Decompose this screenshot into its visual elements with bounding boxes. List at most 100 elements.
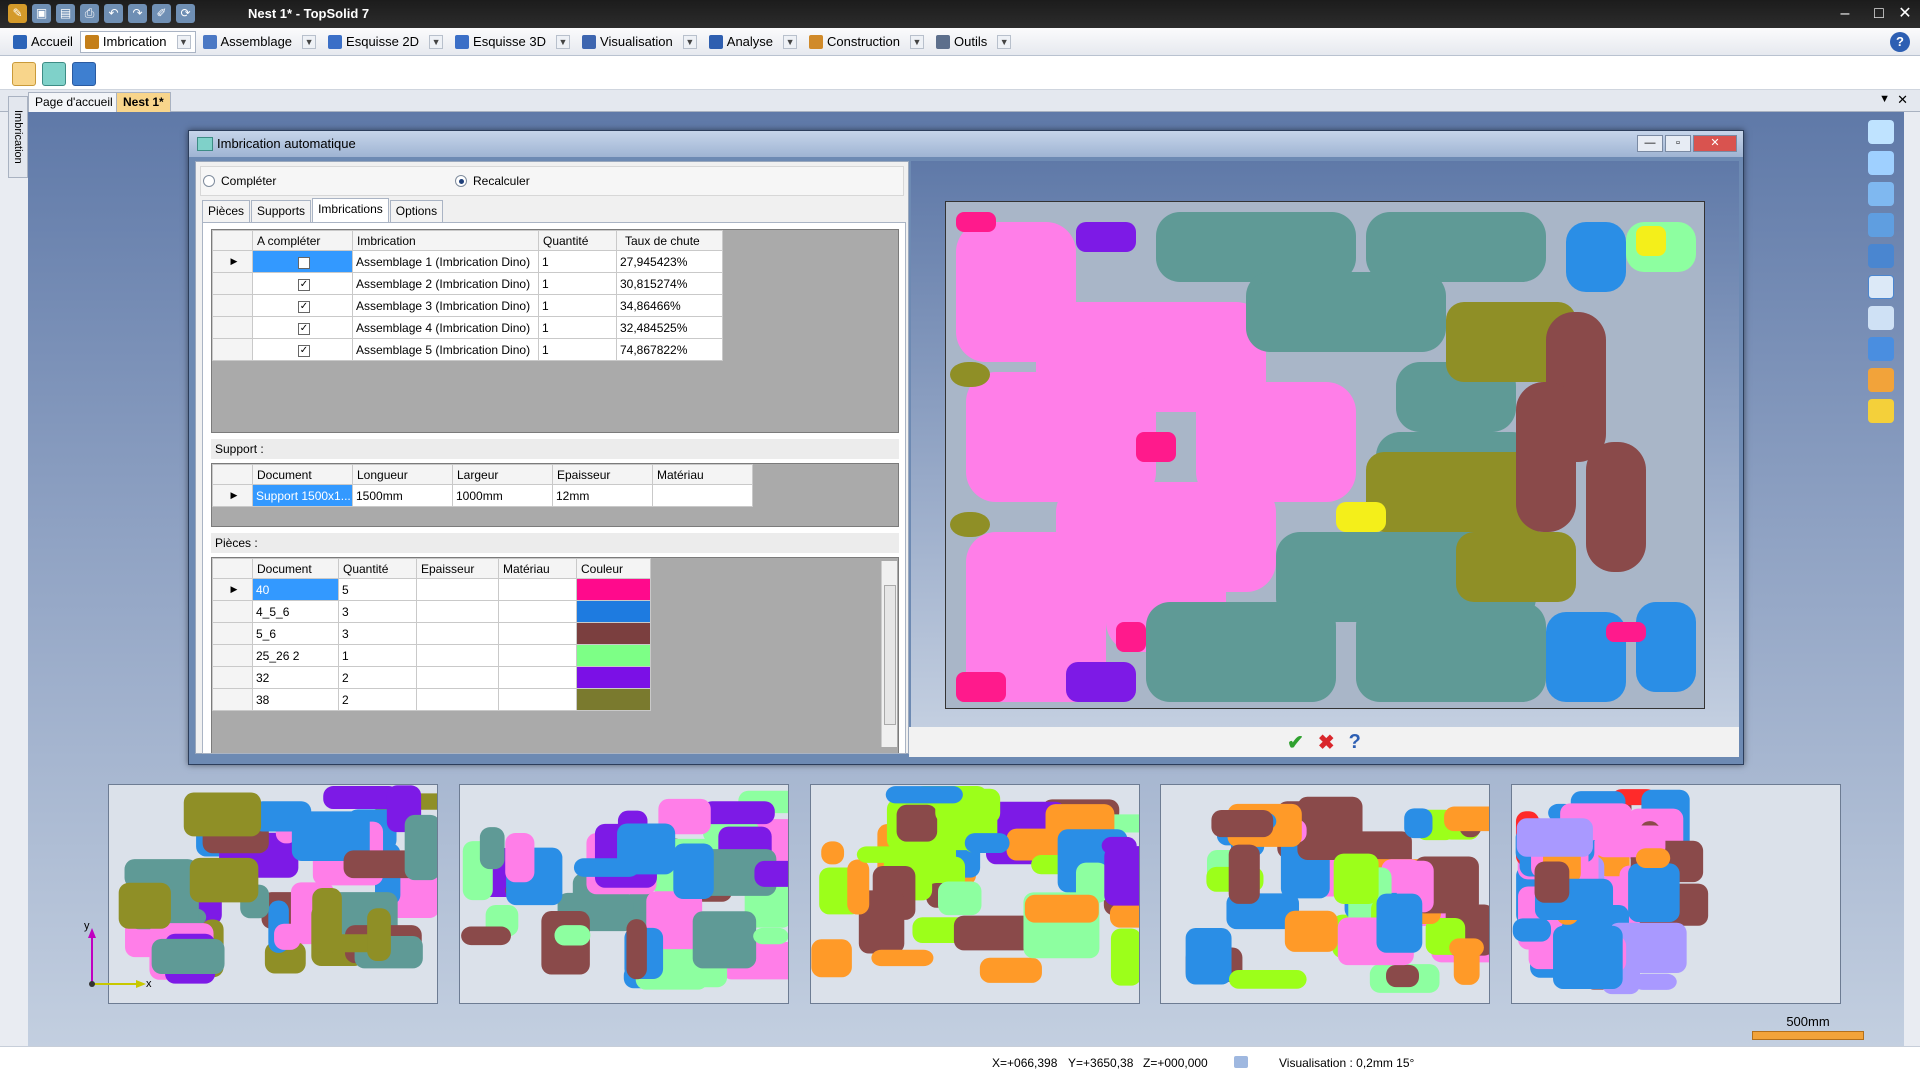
pan-icon[interactable] [1868,151,1894,175]
complete-checkbox-cell[interactable]: ✓ [252,294,353,317]
ribbon-tab-dropdown-icon[interactable]: ▼ [783,34,798,49]
ribbon-tab-dropdown-icon[interactable]: ▼ [429,34,444,49]
complete-checkbox[interactable]: ✓ [298,345,310,357]
tabs-dropdown-icon[interactable]: ▼ [1879,93,1890,105]
ribbon-tab-6[interactable]: Analyse ▼ [704,31,802,53]
nest-name-cell[interactable]: Assemblage 4 (Imbrication Dino) [352,316,539,339]
cancel-button[interactable]: ✖ [1318,730,1335,755]
radio-complete[interactable]: Compléter [203,174,276,188]
pen-icon[interactable]: ✐ [152,4,171,23]
tab-imbrications[interactable]: Imbrications [312,198,389,222]
piece-qty-cell[interactable]: 2 [338,666,417,689]
piece-color-cell[interactable] [576,622,651,645]
nest-qty-cell[interactable]: 1 [538,316,617,339]
complete-checkbox-cell[interactable]: ✓ [252,250,353,273]
nest-name-cell[interactable]: Assemblage 1 (Imbrication Dino) [352,250,539,273]
nest-row[interactable]: ✓ Assemblage 3 (Imbrication Dino) 1 34,8… [212,294,723,317]
ribbon-tab-4[interactable]: Esquisse 3D ▼ [450,31,575,53]
piece-thickness-cell[interactable] [416,600,499,623]
piece-row[interactable]: ▶ 40 5 [212,578,651,601]
piece-row[interactable]: 4_5_6 3 [212,600,651,623]
piece-qty-cell[interactable]: 5 [338,578,417,601]
tab-supports[interactable]: Supports [251,200,312,222]
piece-material-cell[interactable] [498,600,577,623]
nest-thumbnail-4[interactable] [1160,784,1490,1004]
support-document-cell[interactable]: Support 1500x1... [252,484,353,507]
ribbon-tab-dropdown-icon[interactable]: ▼ [176,34,191,49]
dialog-minimize-button[interactable]: — [1637,135,1663,152]
ribbon-tab-0[interactable]: Accueil [8,31,78,53]
ok-button[interactable]: ✔ [1287,730,1304,755]
complete-checkbox[interactable]: ✓ [298,279,310,291]
minimize-button[interactable]: – [1832,3,1858,24]
add-point-icon[interactable] [1868,120,1894,144]
piece-row[interactable]: 5_6 3 [212,622,651,645]
nest-thumbnail-3[interactable] [810,784,1140,1004]
piece-doc-cell[interactable]: 40 [252,578,339,601]
ribbon-tab-dropdown-icon[interactable]: ▼ [302,34,317,49]
piece-qty-cell[interactable]: 1 [338,644,417,667]
piece-qty-cell[interactable]: 3 [338,622,417,645]
ribbon-tab-3[interactable]: Esquisse 2D ▼ [323,31,448,53]
piece-thickness-cell[interactable] [416,666,499,689]
help-button[interactable]: ? [1349,731,1361,754]
ribbon-tab-5[interactable]: Visualisation ▼ [577,31,702,53]
piece-row[interactable]: 38 2 [212,688,651,711]
piece-doc-cell[interactable]: 5_6 [252,622,339,645]
nest-view-icon[interactable] [12,62,36,86]
nest-qty-cell[interactable]: 1 [538,250,617,273]
tab-pieces[interactable]: Pièces [202,200,251,222]
piece-doc-cell[interactable]: 25_26 2 [252,644,339,667]
nest-qty-cell[interactable]: 1 [538,272,617,295]
radio-recalculate[interactable]: Recalculer [455,174,530,188]
piece-material-cell[interactable] [498,622,577,645]
ribbon-tab-dropdown-icon[interactable]: ▼ [682,34,697,49]
piece-doc-cell[interactable]: 4_5_6 [252,600,339,623]
piece-thickness-cell[interactable] [416,622,499,645]
ribbon-tab-7[interactable]: Construction ▼ [804,31,929,53]
help-tool-icon[interactable] [1868,399,1894,423]
side-panel-tab[interactable]: Imbrication [8,96,28,178]
view-layout-icon[interactable] [1868,244,1894,268]
nest-row[interactable]: ✓ Assemblage 2 (Imbrication Dino) 1 30,8… [212,272,723,295]
support-length-cell[interactable]: 1500mm [352,484,453,507]
ribbon-tab-dropdown-icon[interactable]: ▼ [997,34,1012,49]
nest-preview[interactable] [945,201,1705,709]
complete-checkbox[interactable]: ✓ [298,257,310,269]
undo-icon[interactable]: ↶ [104,4,123,23]
piece-doc-cell[interactable]: 32 [252,666,339,689]
save-all-icon[interactable]: ▤ [56,4,75,23]
complete-checkbox-cell[interactable]: ✓ [252,272,353,295]
dialog-close-button[interactable]: ✕ [1693,135,1737,152]
nest-thumbnail-2[interactable] [459,784,789,1004]
complete-checkbox[interactable]: ✓ [298,323,310,335]
nesting-shape-icon[interactable] [72,62,96,86]
support-row[interactable]: ▶ Support 1500x1... 1500mm 1000mm 12mm [212,484,753,507]
tab-home-page[interactable]: Page d'accueil [28,92,120,112]
piece-thickness-cell[interactable] [416,644,499,667]
piece-row[interactable]: 25_26 2 1 [212,644,651,667]
print-icon[interactable]: ⎙ [80,4,99,23]
nest-row[interactable]: ▶ ✓ Assemblage 1 (Imbrication Dino) 1 27… [212,250,723,273]
piece-row[interactable]: 32 2 [212,666,651,689]
piece-color-cell[interactable] [576,666,651,689]
zoom-window-icon[interactable] [1868,306,1894,330]
pieces-scrollbar[interactable] [881,561,897,747]
refresh-icon[interactable]: ⟳ [176,4,195,23]
automatic-nesting-icon[interactable] [42,62,66,86]
piece-color-cell[interactable] [576,600,651,623]
view-icon[interactable] [1234,1056,1248,1068]
ribbon-tab-2[interactable]: Assemblage ▼ [198,31,322,53]
dialog-restore-button[interactable]: ▫ [1665,135,1691,152]
close-doc-icon[interactable]: ✕ [1897,92,1908,108]
piece-material-cell[interactable] [498,578,577,601]
maximize-button[interactable]: □ [1866,3,1892,24]
nest-qty-cell[interactable]: 1 [538,338,617,361]
complete-checkbox[interactable]: ✓ [298,301,310,313]
nest-name-cell[interactable]: Assemblage 5 (Imbrication Dino) [352,338,539,361]
piece-thickness-cell[interactable] [416,578,499,601]
piece-color-cell[interactable] [576,644,651,667]
piece-thickness-cell[interactable] [416,688,499,711]
nest-row[interactable]: ✓ Assemblage 4 (Imbrication Dino) 1 32,4… [212,316,723,339]
nest-qty-cell[interactable]: 1 [538,294,617,317]
